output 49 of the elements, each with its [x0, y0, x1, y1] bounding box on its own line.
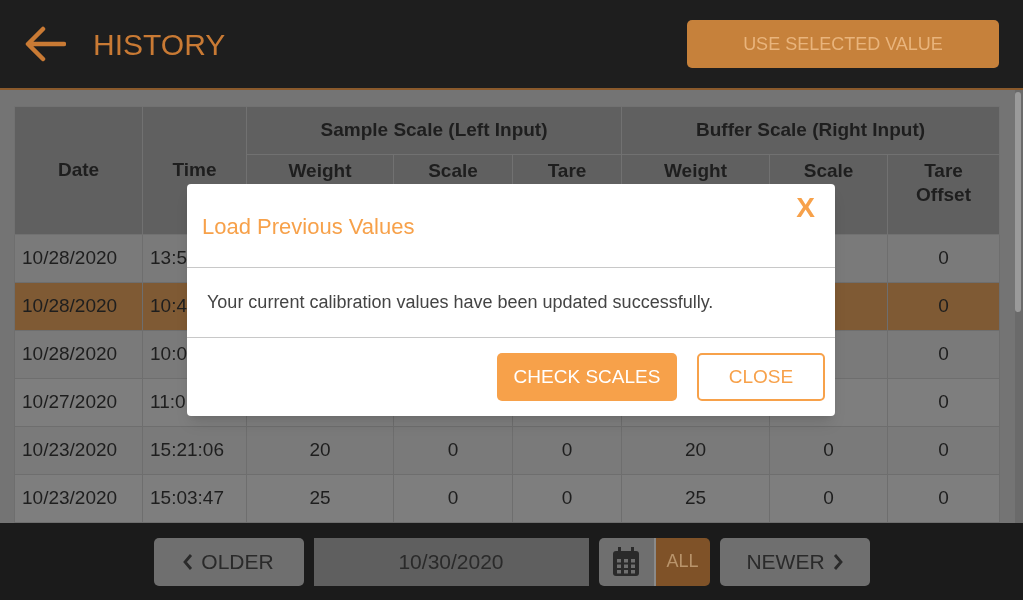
table-cell: 0	[447, 439, 459, 461]
dialog-message: Your current calibration values have been updated successfully.	[207, 291, 714, 314]
table-cell: 15:03:47	[150, 487, 224, 509]
table-row[interactable]: 10/23/2020 15:03:47 25 0 0 25 0 0	[14, 474, 1000, 523]
table-cell: 0	[823, 439, 834, 461]
table-cell: 10/28/2020	[22, 295, 118, 317]
table-cell: 0	[561, 487, 573, 509]
column-header: Tare Offset	[887, 154, 1000, 235]
table-cell: 13:5	[150, 247, 187, 269]
table-cell: 20	[309, 439, 331, 461]
scrollbar[interactable]	[1015, 90, 1023, 523]
close-dialog-button[interactable]: CLOSE	[697, 353, 825, 401]
table-cell: 10:0	[150, 343, 187, 365]
table-row[interactable]: 10/23/2020 15:21:06 20 0 0 20 0 0	[14, 426, 1000, 475]
table-cell: 0	[938, 295, 949, 317]
page-title: HISTORY	[93, 26, 226, 63]
table-cell: 0	[823, 487, 834, 509]
older-button[interactable]: OLDER	[153, 537, 304, 586]
table-cell: 10/23/2020	[22, 439, 118, 461]
table-cell: 20	[684, 439, 707, 461]
column-header: Date	[14, 106, 143, 235]
table-cell: 0	[938, 439, 949, 461]
table-cell: 0	[561, 439, 573, 461]
column-group-header: Sample Scale (Left Input)	[246, 106, 622, 155]
table-cell: 10/23/2020	[22, 487, 118, 509]
chevron-left-icon	[183, 552, 194, 571]
dismiss-x-button[interactable]: X	[796, 194, 815, 222]
calendar-icon	[612, 546, 640, 577]
table-cell: 25	[309, 487, 331, 509]
table-cell: 0	[938, 487, 949, 509]
table-cell: 10:4	[150, 295, 187, 317]
use-selected-value-button[interactable]: USE SELECTED VALUE	[687, 20, 999, 68]
check-scales-button[interactable]: CHECK SCALES	[497, 353, 677, 401]
newer-button[interactable]: NEWER	[719, 537, 870, 586]
all-toggle[interactable]: ALL	[655, 537, 710, 586]
back-arrow-icon[interactable]	[24, 26, 66, 62]
chevron-right-icon	[832, 552, 843, 571]
column-group-header: Buffer Scale (Right Input)	[621, 106, 1000, 155]
table-cell: 10/28/2020	[22, 247, 118, 269]
calendar-button[interactable]	[598, 537, 656, 586]
table-cell: 0	[938, 343, 949, 365]
table-cell: 0	[938, 247, 949, 269]
table-cell: 0	[938, 391, 949, 413]
table-cell: 10/28/2020	[22, 343, 118, 365]
table-cell: 10/27/2020	[22, 391, 118, 413]
table-cell: 15:21:06	[150, 439, 224, 461]
table-cell: 0	[447, 487, 459, 509]
table-cell: 25	[684, 487, 707, 509]
table-cell: 11:0	[150, 391, 186, 413]
